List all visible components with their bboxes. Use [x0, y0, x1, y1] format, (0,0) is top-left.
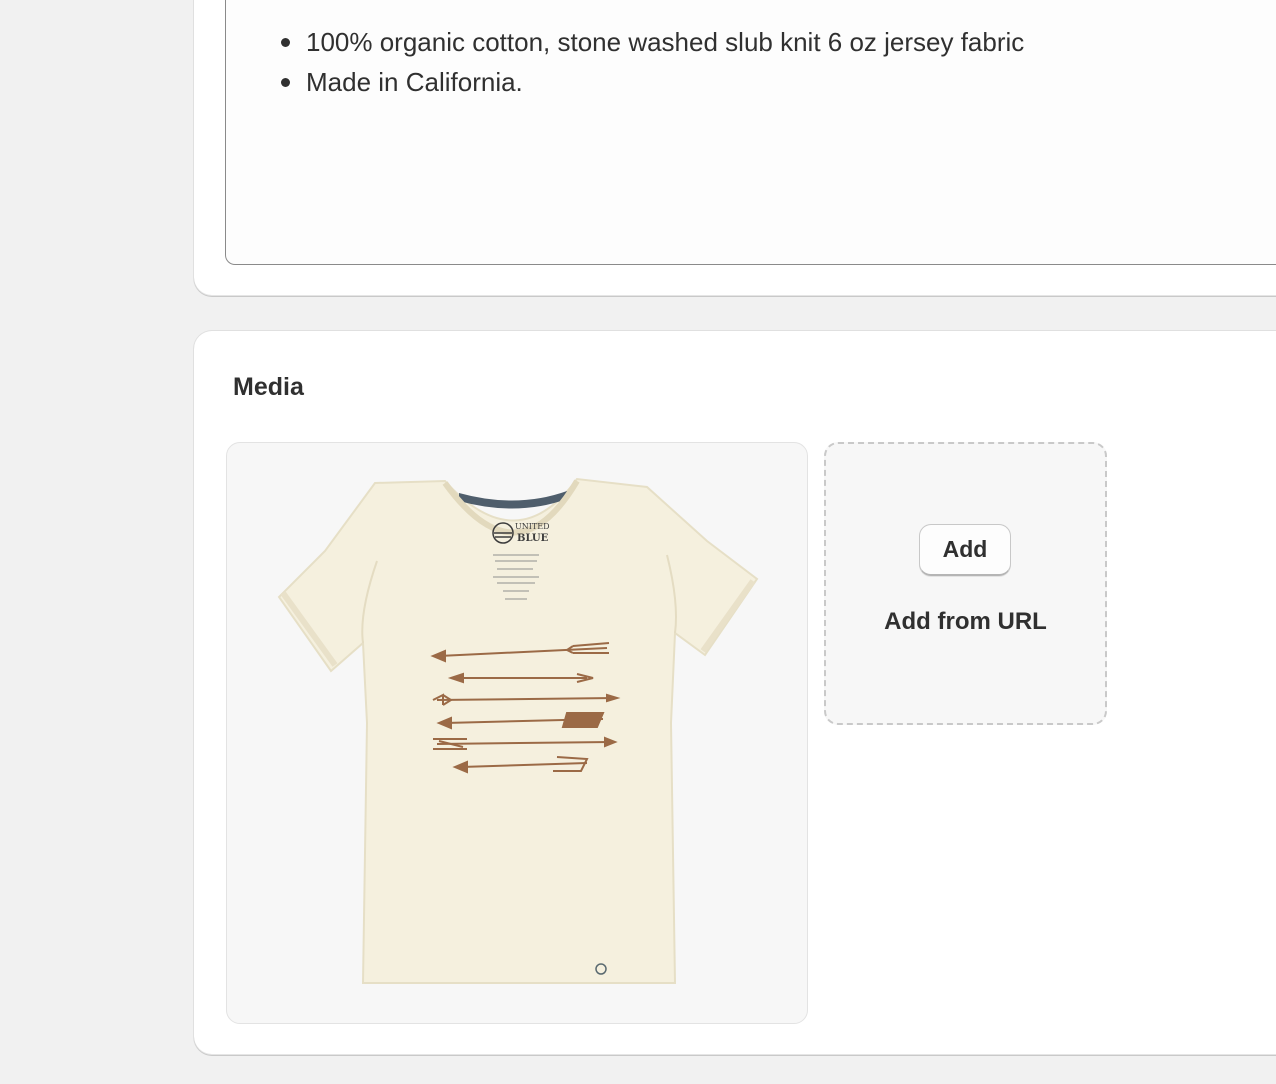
- list-item-text: 100% organic cotton, stone washed slub k…: [306, 27, 1025, 57]
- list-item: Made in California.: [281, 62, 1024, 102]
- bullet-icon: [281, 38, 290, 47]
- list-item-text: Made in California.: [306, 67, 523, 97]
- media-card: Media UNITED BLUE Add Add from URL: [194, 331, 1276, 1055]
- add-from-url-link[interactable]: Add from URL: [826, 608, 1105, 636]
- media-thumbnail[interactable]: UNITED BLUE: [226, 442, 808, 1024]
- product-image: UNITED BLUE: [277, 477, 759, 984]
- description-card: 100% organic cotton, stone washed slub k…: [194, 0, 1276, 296]
- tag-text-1: UNITED: [515, 522, 550, 531]
- add-media-button[interactable]: Add: [919, 524, 1011, 576]
- description-editor[interactable]: 100% organic cotton, stone washed slub k…: [225, 0, 1276, 265]
- media-section-title: Media: [233, 373, 304, 401]
- tag-text-2: BLUE: [517, 533, 549, 544]
- media-dropzone[interactable]: Add Add from URL: [824, 442, 1107, 725]
- bullet-icon: [281, 78, 290, 87]
- description-bullet-list: 100% organic cotton, stone washed slub k…: [281, 22, 1025, 102]
- list-item: 100% organic cotton, stone washed slub k…: [281, 22, 1025, 62]
